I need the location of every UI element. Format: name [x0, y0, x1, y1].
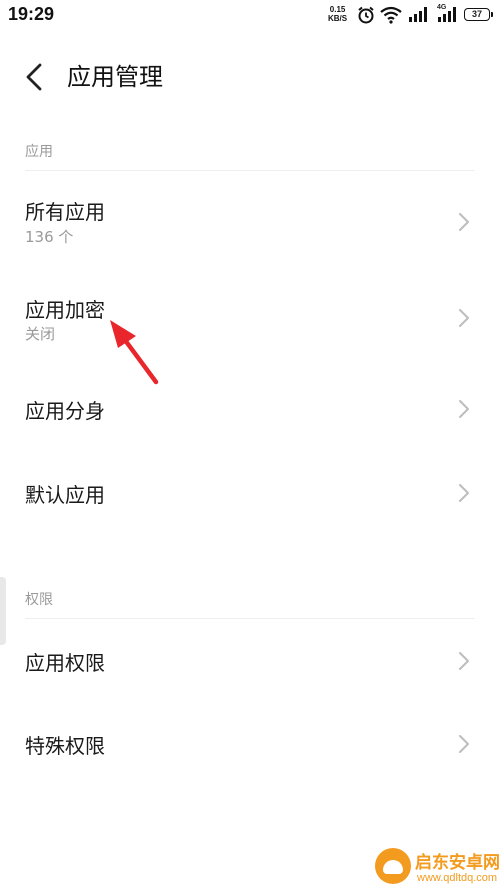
list-item-title: 特殊权限 — [25, 734, 105, 758]
chevron-right-icon — [459, 735, 469, 753]
divider — [25, 170, 475, 171]
list-item-title: 默认应用 — [25, 483, 105, 507]
network-speed-value: 0.15 — [329, 5, 346, 14]
watermark-logo-icon — [375, 848, 411, 884]
list-item-title: 应用权限 — [25, 651, 105, 675]
battery-level: 37 — [471, 9, 482, 19]
divider — [25, 618, 475, 619]
list-item-subtitle: 136 个 — [25, 228, 74, 246]
chevron-left-icon — [26, 63, 42, 91]
chevron-right-icon — [459, 652, 469, 670]
list-item-default-apps[interactable]: 默认应用 — [0, 452, 500, 532]
section-header-permissions: 权限 — [25, 592, 53, 608]
list-item-all-apps[interactable]: 所有应用 136 个 — [0, 178, 500, 258]
chevron-right-icon — [459, 309, 469, 327]
watermark-name: 启东安卓网 — [415, 853, 500, 873]
annotation-arrow-icon — [110, 320, 159, 385]
chevron-right-icon — [459, 213, 469, 231]
page-title: 应用管理 — [67, 63, 163, 91]
network-speed-unit: KB/S — [328, 14, 348, 23]
back-button[interactable] — [18, 60, 52, 94]
edge-swipe-handle[interactable] — [0, 577, 6, 645]
network-speed: 0.15 KB/S — [328, 5, 347, 23]
alarm-icon — [358, 6, 374, 24]
signal-icon — [409, 7, 427, 22]
chevron-right-icon — [459, 484, 469, 502]
list-item-title: 所有应用 — [25, 200, 105, 224]
chevron-right-icon — [459, 400, 469, 418]
list-item-subtitle: 关闭 — [25, 325, 56, 343]
list-item-app-clone[interactable]: 应用分身 — [0, 368, 500, 448]
battery-icon: 37 — [464, 8, 493, 21]
section-header-apps: 应用 — [25, 144, 53, 160]
list-item-special-permissions[interactable]: 特殊权限 — [0, 703, 500, 783]
list-item-app-permissions[interactable]: 应用权限 — [0, 620, 500, 700]
watermark: 启东安卓网 www.qdltdq.com — [375, 848, 500, 889]
list-item-app-encryption[interactable]: 应用加密 关闭 — [0, 276, 500, 356]
watermark-url: www.qdltdq.com — [417, 872, 498, 884]
list-item-title: 应用加密 — [25, 298, 105, 322]
status-bar: 19:29 0.15 KB/S 4G 37 — [0, 0, 500, 30]
list-item-title: 应用分身 — [25, 399, 105, 423]
signal-icon-sim2 — [438, 7, 456, 22]
wifi-icon — [380, 6, 402, 24]
status-time: 19:29 — [8, 4, 55, 24]
